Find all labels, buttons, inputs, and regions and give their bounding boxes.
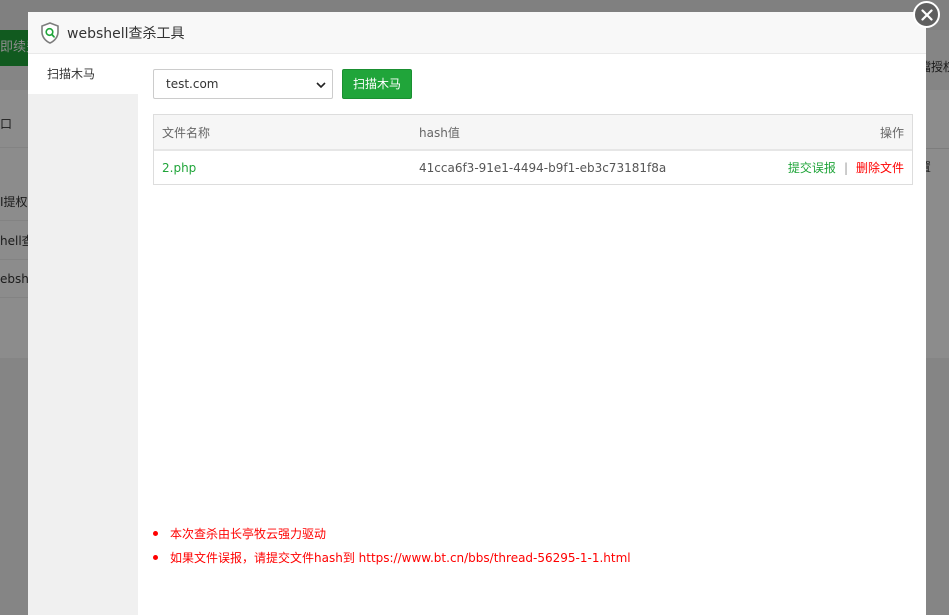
scan-trojan-button[interactable]: 扫描木马 [342, 69, 413, 99]
results-table: 文件名称 hash值 操作 2.php 41cca6f3-91e1-4494-b… [153, 114, 913, 185]
chevron-down-icon [316, 77, 326, 91]
table-row: 2.php 41cca6f3-91e1-4494-b9f1-eb3c73181f… [154, 151, 912, 184]
toolbar: test.com 扫描木马 [153, 69, 413, 99]
webshell-dialog: webshell查杀工具 扫描木马 test.com 扫描木马 文件名称 has… [28, 12, 926, 615]
dialog-body: 扫描木马 test.com 扫描木马 文件名称 hash值 操作 2.php 4… [28, 54, 926, 615]
note-item: 如果文件误报，请提交文件hash到 https://www.bt.cn/bbs/… [153, 546, 631, 570]
dialog-title: webshell查杀工具 [67, 25, 185, 42]
sidebar-item-scan-trojan[interactable]: 扫描木马 [28, 54, 138, 94]
action-separator: | [843, 161, 848, 175]
note-item: 本次查杀由长亭牧云强力驱动 [153, 522, 631, 546]
site-select[interactable]: test.com [153, 69, 333, 99]
header-actions: 操作 [879, 125, 904, 140]
header-filename: 文件名称 [162, 125, 211, 140]
dialog-header: webshell查杀工具 [28, 12, 926, 54]
dialog-sidebar: 扫描木马 [28, 54, 138, 615]
table-header: 文件名称 hash值 操作 [154, 115, 912, 151]
row-actions: 提交误报 | 删除文件 [719, 159, 912, 176]
shield-icon [40, 21, 60, 44]
close-icon [920, 8, 933, 21]
delete-file-link[interactable]: 删除文件 [856, 161, 904, 175]
file-name-link[interactable]: 2.php [162, 161, 196, 175]
notes-list: 本次查杀由长亭牧云强力驱动 如果文件误报，请提交文件hash到 https://… [153, 522, 631, 570]
site-select-value: test.com [166, 77, 219, 91]
header-hash: hash值 [419, 125, 460, 140]
close-button[interactable] [913, 1, 940, 28]
report-false-positive-link[interactable]: 提交误报 [788, 161, 836, 175]
file-hash: 41cca6f3-91e1-4494-b9f1-eb3c73181f8a [419, 160, 667, 175]
dialog-content: test.com 扫描木马 文件名称 hash值 操作 2.php 41cca6… [153, 54, 913, 615]
